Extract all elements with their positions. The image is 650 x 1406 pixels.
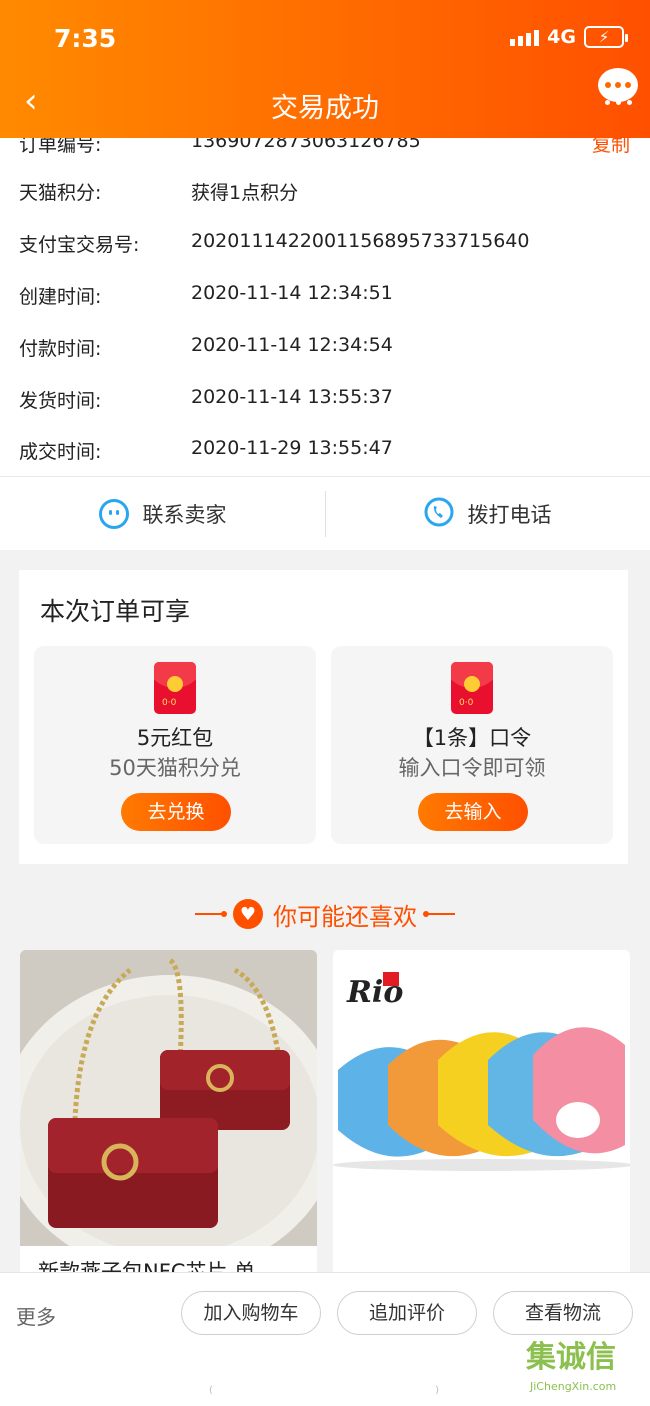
red-envelope-icon: 0·0 bbox=[451, 662, 493, 714]
points-row: 天猫积分: 获得1点积分 bbox=[0, 178, 650, 208]
top-header: 7:35 4G ⚡ ‹ 交易成功 bbox=[0, 0, 650, 138]
created-label: 创建时间: bbox=[19, 286, 102, 308]
call-phone-label: 拨打电话 bbox=[467, 503, 552, 527]
contact-seller-label: 联系卖家 bbox=[142, 503, 227, 527]
benefit-item-red-packet: 0·0 5元红包 50天猫积分兑 去兑换 bbox=[34, 646, 316, 844]
created-row: 创建时间: 2020-11-14 12:34:51 bbox=[0, 282, 650, 312]
benefit-item-passcode: 0·0 【1条】口令 输入口令即可领 去输入 bbox=[331, 646, 613, 844]
bottom-action-bar: 更多 加入购物车 追加评价 查看物流 () 集诚信 JiChengXin.com bbox=[0, 1272, 650, 1406]
contact-actions: 联系卖家 拨打电话 bbox=[0, 476, 650, 550]
order-benefits-card: 本次订单可享 0·0 5元红包 50天猫积分兑 去兑换 0·0 【1条】口令 输… bbox=[19, 570, 628, 864]
more-button[interactable]: 更多 bbox=[16, 1301, 56, 1330]
chat-face-icon bbox=[98, 499, 129, 529]
status-indicators: 4G ⚡ bbox=[510, 26, 628, 48]
alipay-label: 支付宝交易号: bbox=[19, 234, 140, 256]
benefits-title: 本次订单可享 bbox=[40, 597, 191, 626]
shipped-value: 2020-11-14 13:55:37 bbox=[191, 386, 393, 408]
decor-line bbox=[195, 911, 227, 917]
redeem-button[interactable]: 去兑换 bbox=[121, 793, 231, 831]
call-phone-button[interactable]: 拨打电话 bbox=[325, 477, 650, 551]
product-card[interactable]: Rio bbox=[333, 950, 630, 1280]
product-card[interactable]: 新款燕子包NFC芯片 单 bbox=[20, 950, 317, 1280]
red-envelope-icon: 0·0 bbox=[154, 662, 196, 714]
watermark-logo: 集诚信 JiChengXin.com bbox=[526, 1338, 646, 1396]
benefit-subtitle: 50天猫积分兑 bbox=[109, 756, 241, 780]
page-title: 交易成功 bbox=[271, 93, 379, 124]
more-dots-icon[interactable] bbox=[605, 100, 632, 105]
paid-label: 付款时间: bbox=[19, 338, 102, 360]
recommend-title: 你可能还喜欢 bbox=[273, 902, 417, 931]
benefit-title: 【1条】口令 bbox=[412, 726, 532, 750]
decor-line bbox=[423, 911, 455, 917]
add-review-button[interactable]: 追加评价 bbox=[337, 1291, 477, 1335]
home-indicator: () bbox=[209, 1385, 439, 1396]
message-icon[interactable] bbox=[598, 68, 638, 102]
shipped-row: 发货时间: 2020-11-14 13:55:37 bbox=[0, 386, 650, 416]
points-value: 获得1点积分 bbox=[191, 182, 299, 204]
battery-icon: ⚡ bbox=[584, 26, 628, 48]
signal-icon bbox=[510, 28, 540, 46]
network-type: 4G bbox=[547, 26, 576, 48]
enter-code-button[interactable]: 去输入 bbox=[418, 793, 528, 831]
status-time: 7:35 bbox=[54, 24, 117, 53]
completed-label: 成交时间: bbox=[19, 441, 102, 463]
paid-value: 2020-11-14 12:34:54 bbox=[191, 334, 393, 356]
points-label: 天猫积分: bbox=[19, 182, 102, 204]
paid-row: 付款时间: 2020-11-14 12:34:54 bbox=[0, 334, 650, 364]
alipay-row: 支付宝交易号: 2020111422001156895733715640 bbox=[0, 230, 650, 260]
completed-row: 成交时间: 2020-11-29 13:55:47 bbox=[0, 437, 650, 467]
contact-seller-button[interactable]: 联系卖家 bbox=[0, 477, 325, 551]
benefit-title: 5元红包 bbox=[136, 726, 214, 750]
watermark-text: 集诚信 bbox=[526, 1340, 616, 1375]
alipay-value: 2020111422001156895733715640 bbox=[191, 230, 530, 252]
watermark-url: JiChengXin.com bbox=[530, 1380, 617, 1393]
completed-value: 2020-11-29 13:55:47 bbox=[191, 437, 393, 459]
view-logistics-button[interactable]: 查看物流 bbox=[493, 1291, 633, 1335]
heart-icon: ♥ bbox=[233, 899, 263, 929]
order-info-panel: 订单编号: 1369072873063126785 复制 天猫积分: 获得1点积… bbox=[0, 116, 650, 476]
add-to-cart-button[interactable]: 加入购物车 bbox=[181, 1291, 321, 1335]
product-image bbox=[20, 950, 317, 1275]
shipped-label: 发货时间: bbox=[19, 390, 102, 412]
phone-icon bbox=[424, 497, 454, 532]
recommend-heading: ♥ 你可能还喜欢 bbox=[0, 894, 650, 934]
product-image: Rio bbox=[333, 950, 630, 1246]
created-value: 2020-11-14 12:34:51 bbox=[191, 282, 393, 304]
benefit-subtitle: 输入口令即可领 bbox=[398, 756, 546, 780]
